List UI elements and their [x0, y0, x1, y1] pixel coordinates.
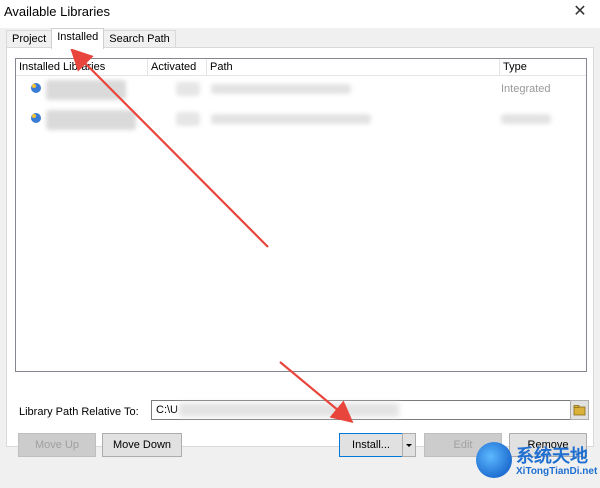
list-item[interactable]: Integrated [16, 76, 586, 106]
tab-project[interactable]: Project [6, 30, 53, 48]
library-path-label: Library Path Relative To: [19, 406, 139, 418]
title-bar: Available Libraries ✕ [0, 0, 600, 28]
column-header-path[interactable]: Path [207, 59, 500, 76]
tab-search-path[interactable]: Search Path [103, 30, 176, 48]
tab-installed[interactable]: Installed [51, 28, 105, 49]
move-down-button[interactable]: Move Down [102, 433, 182, 457]
column-header-type[interactable]: Type [500, 59, 586, 76]
tab-panel-installed: Installed Libraries Activated Path Type … [6, 47, 594, 457]
tab-strip: Project Installed Search Path [6, 28, 176, 49]
column-header-installed-libraries[interactable]: Installed Libraries [16, 59, 148, 76]
library-icon [31, 113, 41, 123]
install-dropdown-button[interactable] [402, 433, 416, 457]
watermark-logo [476, 442, 512, 478]
library-icon [31, 83, 41, 93]
move-up-button[interactable]: Move Up [18, 433, 96, 457]
folder-icon [573, 405, 586, 416]
watermark: 系统天地 XiTongTianDi.net [470, 436, 600, 486]
library-type: Integrated [501, 83, 551, 95]
install-button[interactable]: Install... [339, 433, 403, 457]
column-header-activated[interactable]: Activated [148, 59, 207, 76]
watermark-title: 系统天地 [516, 446, 588, 467]
dialog-client: Project Installed Search Path Installed … [0, 28, 600, 488]
browse-folder-button[interactable] [570, 400, 589, 420]
list-header: Installed Libraries Activated Path Type [16, 59, 586, 76]
list-item[interactable] [16, 106, 586, 136]
libraries-list[interactable]: Installed Libraries Activated Path Type … [15, 58, 587, 372]
window-title: Available Libraries [4, 4, 110, 19]
chevron-down-icon [406, 444, 412, 447]
close-icon[interactable]: ✕ [570, 2, 590, 22]
watermark-url: XiTongTianDi.net [516, 466, 598, 477]
